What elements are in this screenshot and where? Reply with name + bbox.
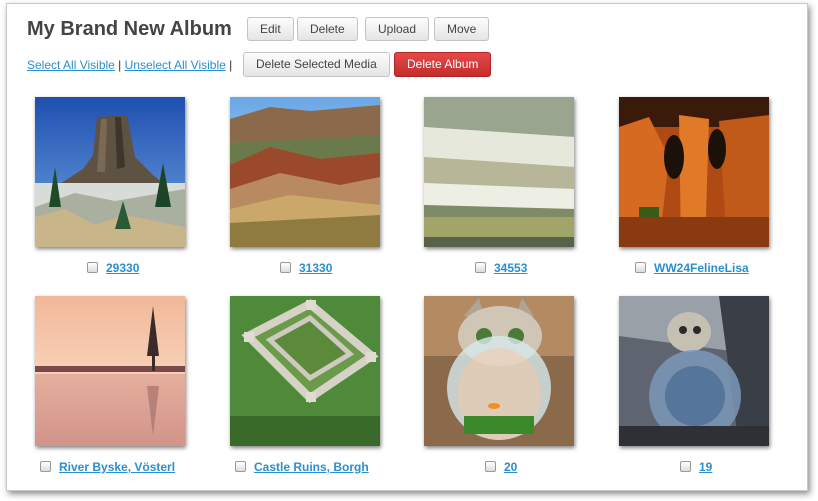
media-thumbnail[interactable] (619, 296, 769, 446)
select-all-visible-link[interactable]: Select All Visible (27, 58, 115, 72)
painted-hills-photo (230, 97, 380, 247)
red-rock-canyon-photo (619, 97, 769, 247)
media-item: Castle Ruins, Borgh (235, 460, 369, 478)
castle-ruins-aerial-photo (230, 296, 380, 446)
media-checkbox[interactable] (475, 262, 486, 273)
media-title-link[interactable]: 34553 (494, 261, 527, 275)
edit-button[interactable]: Edit (247, 17, 294, 41)
media-title-link[interactable]: WW24FelineLisa (654, 261, 749, 275)
media-checkbox[interactable] (635, 262, 646, 273)
fishbowl-abstract-photo (619, 296, 769, 446)
media-title-link[interactable]: 19 (699, 460, 712, 474)
delete-selected-media-button[interactable]: Delete Selected Media (243, 52, 390, 77)
media-item: 19 (680, 460, 712, 478)
upload-button[interactable]: Upload (365, 17, 430, 41)
media-thumbnail[interactable] (424, 296, 574, 446)
unselect-all-visible-link[interactable]: Unselect All Visible (125, 58, 226, 72)
media-thumbnail[interactable] (35, 97, 185, 247)
cat-fishbowl-photo (424, 296, 574, 446)
album-panel: My Brand New Album Edit Delete Upload Mo… (6, 3, 808, 491)
misty-sunset-lake-photo (35, 296, 185, 446)
media-checkbox[interactable] (235, 461, 246, 472)
media-item: 29330 (87, 261, 139, 279)
media-item: WW24FelineLisa (635, 261, 749, 279)
media-title-link[interactable]: 29330 (106, 261, 139, 275)
media-thumbnail[interactable] (619, 97, 769, 247)
media-thumbnail[interactable] (424, 97, 574, 247)
media-checkbox[interactable] (680, 461, 691, 472)
move-button[interactable]: Move (434, 17, 490, 41)
media-item: 20 (485, 460, 517, 478)
media-title-link[interactable]: 20 (504, 460, 517, 474)
selection-links: Select All Visible | Unselect All Visibl… (27, 58, 232, 72)
media-checkbox[interactable] (280, 262, 291, 273)
separator: | (229, 58, 233, 72)
media-checkbox[interactable] (40, 461, 51, 472)
media-title-link[interactable]: 31330 (299, 261, 332, 275)
delete-button[interactable]: Delete (297, 17, 358, 41)
media-thumbnail[interactable] (35, 296, 185, 446)
media-item: 34553 (475, 261, 527, 279)
media-checkbox[interactable] (87, 262, 98, 273)
media-thumbnail[interactable] (230, 97, 380, 247)
media-item: River Byske, Vösterl (40, 460, 175, 478)
album-title: My Brand New Album (27, 18, 232, 40)
separator: | (118, 58, 122, 72)
media-title-link[interactable]: River Byske, Vösterl (59, 460, 175, 474)
butte-rock-tower-photo (35, 97, 185, 247)
delete-album-button[interactable]: Delete Album (394, 52, 492, 77)
white-terraces-photo (424, 97, 574, 247)
media-checkbox[interactable] (485, 461, 496, 472)
media-thumbnail[interactable] (230, 296, 380, 446)
media-item: 31330 (280, 261, 332, 279)
media-title-link[interactable]: Castle Ruins, Borgh (254, 460, 369, 474)
